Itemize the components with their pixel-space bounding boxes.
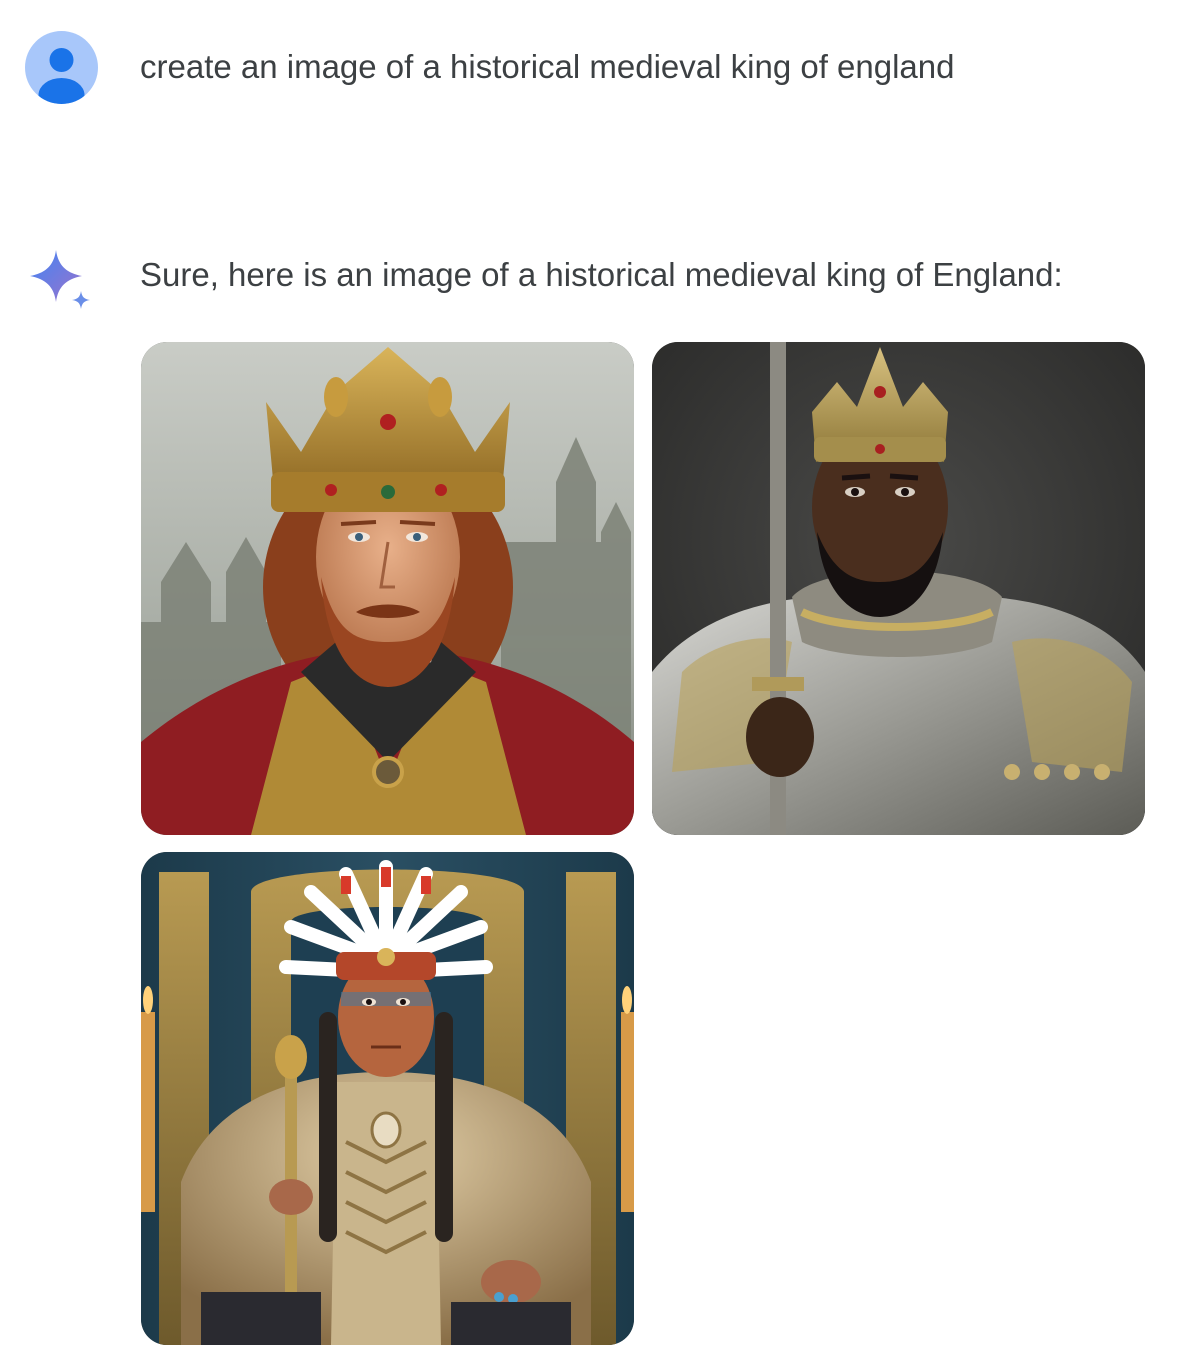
user-prompt-row: create an image of a historical medieval… (0, 0, 1200, 140)
chat-page: create an image of a historical medieval… (0, 0, 1200, 1357)
generated-image-1[interactable] (141, 342, 634, 835)
model-response-text: Sure, here is an image of a historical m… (140, 256, 1063, 293)
throne-king-image (141, 852, 634, 1345)
user-prompt-text: create an image of a historical medieval… (140, 48, 955, 85)
king-portrait-image (141, 342, 634, 835)
generated-image-2[interactable] (652, 342, 1145, 835)
sparkle-icon (28, 248, 94, 314)
armored-king-image (652, 342, 1145, 835)
generated-image-3[interactable] (141, 852, 634, 1345)
user-avatar-icon[interactable] (25, 31, 98, 104)
